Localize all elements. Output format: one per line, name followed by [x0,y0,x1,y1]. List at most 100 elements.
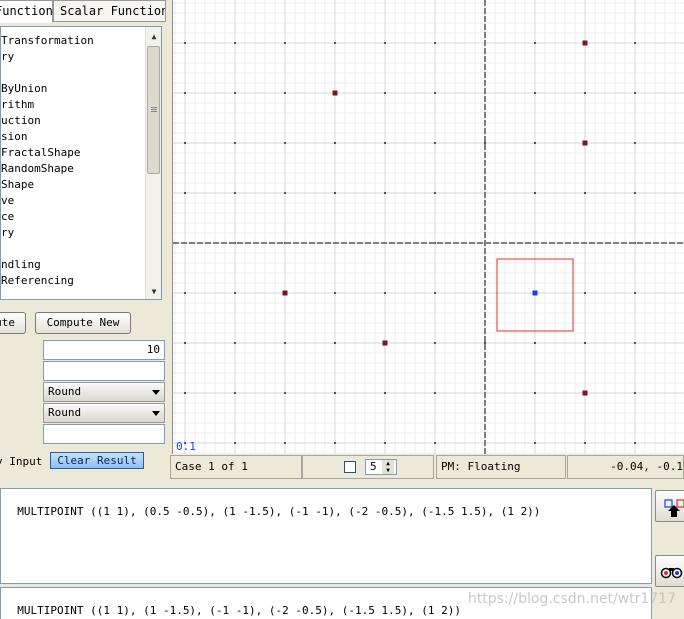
scroll-up-icon[interactable]: ▲ [147,30,161,44]
geometry-canvas[interactable]: 0.1 [172,0,684,454]
function-list-item[interactable]: Shape [1,177,34,193]
grid-dot [284,392,286,394]
grid-dot [184,342,186,344]
function-list-item[interactable]: RandomShape [1,161,74,177]
compute-new-button[interactable]: Compute New [35,312,131,334]
grid-dot [334,192,336,194]
grid-dot [184,142,186,144]
grid-dot [384,42,386,44]
grid-dot [234,392,236,394]
function-list-item[interactable]: sion [1,129,28,145]
grid-dot [584,442,586,444]
grid-dot [534,142,536,144]
grid-dot [234,142,236,144]
status-precision-model: PM: Floating [436,455,566,479]
function-list-item[interactable]: FractalShape [1,145,80,161]
scroll-down-icon[interactable]: ▼ [147,285,161,299]
function-list-item[interactable]: ry [1,49,14,65]
grid-dot [284,142,286,144]
grid-dot [634,42,636,44]
grid-dot [584,342,586,344]
tab-scalar-functions-label: Scalar Functions [60,4,166,18]
execute-button[interactable]: Execute [0,312,26,334]
grid-dot [334,392,336,394]
grid-dot [384,292,386,294]
grid-dot [234,442,236,444]
tab-scalar-functions[interactable]: Scalar Functions [53,0,166,22]
grid-dot [284,192,286,194]
scale-label: 0.1 [176,440,196,453]
geometry-view[interactable] [173,0,684,454]
grid-dot [334,442,336,444]
grid-dot [384,442,386,444]
spin-up-icon[interactable]: ▲ [382,460,394,467]
grid-dot [634,92,636,94]
function-list-item[interactable]: Transformation [1,33,94,49]
result-wkt-a[interactable]: MULTIPOINT ((1 1), (0.5 -0.5), (1 -1.5),… [0,488,652,584]
grid-dot [534,192,536,194]
grid-dot [584,192,586,194]
inspect-button[interactable] [655,555,684,587]
grid-dot [534,92,536,94]
grid-dot [384,142,386,144]
grid-dot [184,42,186,44]
grid-dot [234,342,236,344]
grid-dot [184,192,186,194]
grid-dot [484,142,486,144]
grid-dot [534,42,536,44]
grid-dot [384,392,386,394]
grid-dot [234,92,236,94]
function-list-item[interactable]: ByUnion [1,81,47,97]
function-list-item[interactable]: ry [1,225,14,241]
scroll-thumb[interactable] [147,46,160,174]
function-list-item[interactable]: rithm [1,97,34,113]
status-case: Case 1 of 1 [170,455,302,479]
grid-dot [434,342,436,344]
point-a [582,140,588,146]
grid-dot [234,292,236,294]
param-empty-field-1[interactable] [43,361,165,381]
watermark-text: https://blog.csdn.net/wtr1717 [467,591,676,607]
function-list-item[interactable]: ve [1,193,14,209]
grid-dot [184,92,186,94]
round-select-1[interactable]: Round [43,382,165,402]
grid-dot [434,42,436,44]
point-a [582,390,588,396]
grid-dot [384,192,386,194]
point-a [382,340,388,346]
chevron-down-icon [152,411,160,416]
tab-functions[interactable]: Functions [0,0,53,23]
grid-dot [284,42,286,44]
function-list-item[interactable]: uction [1,113,41,129]
grid-dot [234,42,236,44]
param-empty-field-2[interactable] [43,424,165,444]
grid-dot [284,92,286,94]
function-list[interactable]: Transformation ry ByUnion rithm uction sion Fr… [0,26,162,300]
clear-result-button[interactable]: Clear Result [50,452,144,469]
tab-functions-label: Functions [0,4,53,18]
point-a [332,90,338,96]
show-checkbox[interactable] [344,461,356,473]
function-list-item[interactable]: Referencing [1,273,74,289]
copy-result-button[interactable] [655,490,684,522]
function-list-scrollbar[interactable]: ▲ ▼ [145,27,161,299]
grid-dot [584,292,586,294]
grid-dot [334,292,336,294]
chevron-down-icon [152,390,160,395]
grid-dot [334,142,336,144]
grid-dot [634,292,636,294]
function-list-item[interactable]: ndling [1,257,41,273]
grid-dot [334,342,336,344]
grid-dot [584,92,586,94]
status-spin-panel: 5 ▲ ▼ [302,455,434,479]
param-value-field[interactable]: 10 [43,340,165,360]
grid-dot [634,342,636,344]
grid-dot [434,292,436,294]
spin-down-icon[interactable]: ▼ [382,467,394,474]
grid-dot [284,442,286,444]
grid-dot [534,392,536,394]
round-select-2[interactable]: Round [43,403,165,423]
function-list-item[interactable]: ce [1,209,14,225]
grid-dot [534,442,536,444]
copy-result-icon [664,499,684,517]
